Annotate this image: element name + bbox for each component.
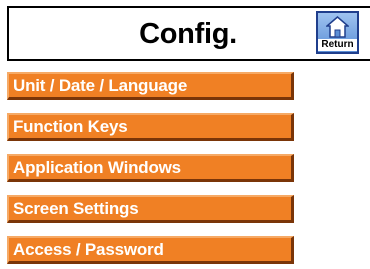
return-label: Return	[318, 39, 357, 51]
menu-item-application-windows[interactable]: Application Windows	[7, 154, 294, 182]
menu-item-label: Function Keys	[13, 117, 128, 136]
menu-item-label: Application Windows	[13, 158, 181, 177]
menu-item-label: Access / Password	[13, 240, 164, 259]
config-menu: Unit / Date / Language Function Keys App…	[7, 72, 304, 269]
config-screen: Config. Return Unit / Date / Language Fu…	[0, 0, 370, 269]
menu-item-unit-date-language[interactable]: Unit / Date / Language	[7, 72, 294, 100]
header-bar: Config. Return	[7, 6, 370, 61]
home-icon	[326, 16, 349, 38]
menu-item-label: Screen Settings	[13, 199, 139, 218]
page-title: Config.	[139, 18, 237, 50]
menu-item-function-keys[interactable]: Function Keys	[7, 113, 294, 141]
menu-item-label: Unit / Date / Language	[13, 76, 188, 95]
return-button[interactable]: Return	[316, 11, 359, 54]
menu-item-screen-settings[interactable]: Screen Settings	[7, 195, 294, 223]
menu-item-access-password[interactable]: Access / Password	[7, 236, 294, 264]
